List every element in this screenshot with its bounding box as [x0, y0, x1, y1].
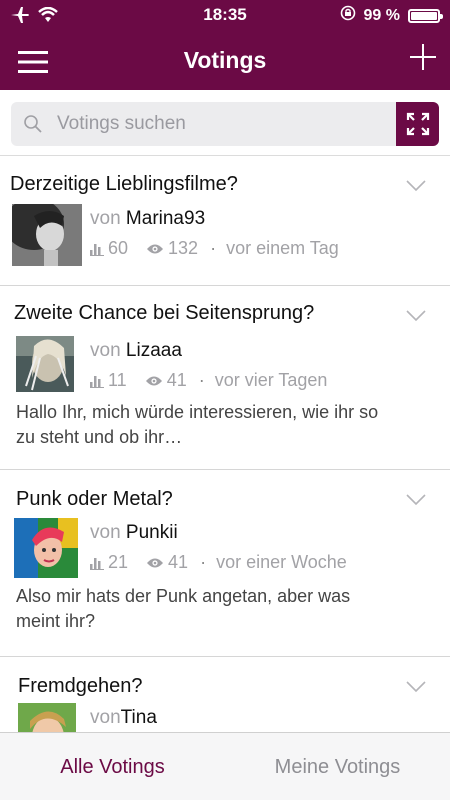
- voting-card[interactable]: Derzeitige Lieblingsfilme? von Marina93 …: [0, 156, 450, 286]
- voting-stats: 60 132 · vor einem Tag: [90, 238, 339, 259]
- bar-chart-icon: [90, 557, 104, 570]
- avatar: [12, 204, 82, 266]
- search-input[interactable]: [57, 113, 357, 135]
- separator-dot: ·: [200, 552, 207, 572]
- vote-count: 60: [108, 238, 129, 258]
- author-name[interactable]: Lizaaa: [126, 340, 182, 361]
- voting-title: Derzeitige Lieblingsfilme?: [10, 173, 238, 195]
- tab-my-votings[interactable]: Meine Votings: [225, 733, 450, 800]
- eye-icon: [147, 558, 164, 567]
- voting-title: Punk oder Metal?: [16, 488, 173, 510]
- top-bar: 18:35 99 % Votings: [0, 0, 450, 90]
- voting-title: Fremdgehen?: [18, 675, 143, 697]
- voting-list: Derzeitige Lieblingsfilme? von Marina93 …: [0, 156, 450, 732]
- battery-icon: [408, 8, 443, 23]
- vote-count: 11: [108, 370, 127, 390]
- search-field[interactable]: [11, 102, 396, 146]
- bar-chart-icon: [90, 375, 104, 388]
- expand-button[interactable]: [396, 102, 439, 146]
- voting-excerpt: Hallo Ihr, mich würde interessieren, wie…: [16, 402, 379, 447]
- search-icon: [24, 115, 42, 133]
- chevron-down-icon[interactable]: [406, 494, 426, 506]
- voting-author: von Marina93: [90, 208, 206, 229]
- author-name[interactable]: Tina: [121, 707, 157, 728]
- voting-author: von Punkii: [90, 522, 178, 543]
- voting-card[interactable]: Fremdgehen? vonTina: [0, 657, 450, 732]
- voting-card[interactable]: Punk oder Metal? von Punkii 21 41 · vor …: [0, 470, 450, 657]
- view-count: 41: [166, 370, 187, 390]
- voting-excerpt: Also mir hats der Punk angetan, aber was…: [16, 586, 351, 631]
- search-bar: [0, 90, 450, 156]
- status-bar: 18:35 99 %: [0, 0, 450, 34]
- expand-icon: [406, 112, 429, 136]
- rotation-lock-icon: [340, 5, 356, 26]
- battery-percent: 99 %: [363, 6, 400, 24]
- voting-stats: 11 41 · vor vier Tagen: [90, 370, 327, 391]
- voting-time: vor einem Tag: [226, 238, 339, 258]
- separator-dot: ·: [210, 238, 217, 258]
- voting-time: vor einer Woche: [216, 552, 347, 572]
- voting-title: Zweite Chance bei Seitensprung?: [14, 302, 315, 324]
- vote-count: 21: [108, 552, 129, 572]
- chevron-down-icon[interactable]: [406, 180, 426, 192]
- eye-icon: [145, 376, 162, 385]
- view-count: 41: [168, 552, 189, 572]
- chevron-down-icon[interactable]: [406, 310, 426, 322]
- avatar: [18, 703, 76, 732]
- page-title: Votings: [183, 47, 267, 73]
- voting-author: vonTina: [90, 707, 157, 728]
- voting-card[interactable]: Zweite Chance bei Seitensprung? von Liza…: [0, 286, 450, 470]
- tab-bar: Alle Votings Meine Votings: [0, 732, 450, 800]
- view-count: 132: [168, 238, 199, 258]
- battery-fill: [411, 11, 437, 20]
- tab-all-votings[interactable]: Alle Votings: [0, 733, 225, 800]
- voting-time: vor vier Tagen: [214, 370, 328, 390]
- bar-chart-icon: [90, 243, 104, 256]
- voting-author: von Lizaaa: [90, 340, 182, 361]
- separator-dot: ·: [198, 370, 205, 390]
- voting-stats: 21 41 · vor einer Woche: [90, 552, 347, 573]
- eye-icon: [147, 244, 164, 253]
- author-name[interactable]: Marina93: [126, 208, 205, 229]
- avatar: [14, 518, 78, 578]
- author-name[interactable]: Punkii: [126, 522, 178, 543]
- add-voting-button[interactable]: [410, 44, 436, 70]
- chevron-down-icon[interactable]: [406, 681, 426, 693]
- avatar: [16, 336, 74, 392]
- nav-bar: Votings: [0, 34, 450, 90]
